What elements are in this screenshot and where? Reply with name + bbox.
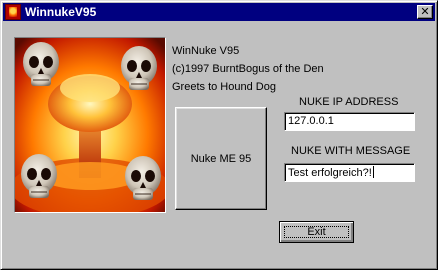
ip-address-value: 127.0.0.1 (288, 115, 334, 127)
skulls-mushroom-cloud-icon (14, 37, 166, 213)
message-input[interactable]: Test erfolgreich?! (284, 163, 415, 182)
exit-button[interactable]: Exit (279, 221, 354, 243)
exit-button-label: Exit (307, 226, 326, 238)
about-copyright: (c)1997 BurntBogus of the Den (172, 63, 324, 75)
about-title: WinNuke V95 (172, 45, 240, 57)
message-label: NUKE WITH MESSAGE (291, 145, 411, 157)
ip-address-label: NUKE IP ADDRESS (299, 96, 399, 108)
app-window: WinnukeV95 ✕ WinNuke V95 (c)1997 BurntBo… (0, 0, 438, 270)
about-greets: Greets to Hound Dog (172, 81, 276, 93)
window-title: WinnukeV95 (25, 5, 97, 19)
title-bar[interactable]: WinnukeV95 ✕ (3, 3, 435, 21)
close-button[interactable]: ✕ (417, 5, 433, 19)
app-icon (5, 4, 21, 20)
message-value: Test erfolgreich?! (288, 167, 372, 179)
ip-address-input[interactable]: 127.0.0.1 (284, 112, 415, 131)
text-caret (372, 166, 374, 178)
nuke-button[interactable]: Nuke ME 95 (175, 107, 267, 210)
